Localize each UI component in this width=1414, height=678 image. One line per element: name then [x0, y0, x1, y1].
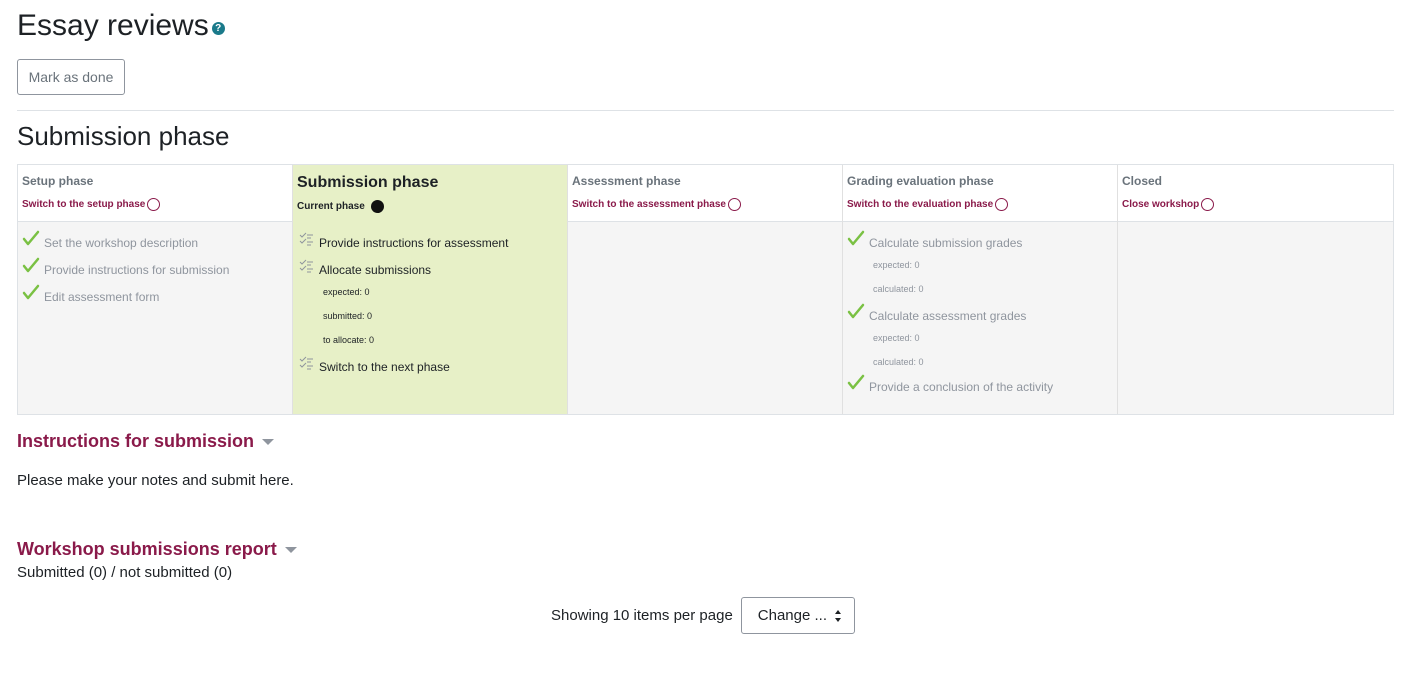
task-label: Provide instructions for submission: [44, 263, 230, 277]
paging-label: Showing 10 items per page: [551, 607, 733, 624]
task-detail: expected: 0: [873, 333, 920, 343]
help-icon[interactable]: ?: [211, 22, 225, 35]
current-phase-heading: Submission phase: [17, 121, 230, 151]
per-page-select[interactable]: Change ...: [740, 597, 855, 634]
task-item: Provide a conclusion of the activity: [843, 374, 1117, 395]
task-item: Switch to the next phase: [293, 354, 567, 375]
circle-outline-icon[interactable]: [727, 198, 741, 211]
switch-to-setup-link[interactable]: Switch to the setup phase: [22, 198, 288, 211]
checkmark-icon: [22, 257, 40, 273]
phase-title: Closed: [1122, 174, 1163, 188]
task-label: Calculate assessment grades: [869, 309, 1027, 323]
task-item: Set the workshop description: [18, 230, 292, 251]
phase-title: Setup phase: [22, 174, 94, 188]
todo-list-icon: [299, 356, 313, 370]
checkmark-icon: [847, 230, 865, 246]
todo-list-icon: [299, 259, 313, 273]
task-label: Set the workshop description: [44, 236, 199, 250]
phase-submission: Submission phase Current phase Provide i…: [293, 165, 568, 414]
switch-to-assessment-link[interactable]: Switch to the assessment phase: [572, 198, 838, 211]
sort-arrows-icon[interactable]: [834, 609, 842, 623]
caret-down-icon[interactable]: [284, 547, 297, 553]
phase-title: Assessment phase: [572, 174, 681, 188]
phase-evaluation: Grading evaluation phase Switch to the e…: [843, 165, 1118, 414]
task-item: Provide instructions for assessment: [293, 230, 567, 251]
current-phase-indicator: Current phase: [297, 200, 563, 213]
task-detail: expected: 0: [873, 260, 920, 270]
task-detail: calculated: 0: [873, 357, 924, 367]
task-item: Allocate submissions: [293, 257, 567, 278]
submission-summary: Submitted (0) / not submitted (0): [17, 564, 233, 581]
instructions-text: Please make your notes and submit here.: [17, 472, 294, 489]
filled-circle-icon: [370, 200, 384, 213]
circle-outline-icon[interactable]: [147, 198, 161, 211]
task-label: Calculate submission grades: [869, 236, 1023, 250]
task-detail: calculated: 0: [873, 284, 924, 294]
close-workshop-link[interactable]: Close workshop: [1122, 198, 1389, 211]
mark-as-done-button[interactable]: Mark as done: [17, 59, 125, 95]
task-item: Calculate submission grades: [843, 230, 1117, 251]
phase-title: Grading evaluation phase: [847, 174, 994, 188]
task-label: Allocate submissions: [319, 263, 432, 277]
circle-outline-icon[interactable]: [995, 198, 1009, 211]
phase-setup: Setup phase Switch to the setup phase Se…: [18, 165, 293, 414]
switch-to-evaluation-link[interactable]: Switch to the evaluation phase: [847, 198, 1113, 211]
phase-closed: Closed Close workshop: [1118, 165, 1393, 414]
task-label: Switch to the next phase: [319, 360, 450, 374]
checkmark-icon: [22, 230, 40, 246]
checkmark-icon: [22, 284, 40, 300]
task-item: Provide instructions for submission: [18, 257, 292, 278]
user-plan-phases: Setup phase Switch to the setup phase Se…: [17, 164, 1394, 415]
phase-title: Submission phase: [297, 174, 439, 191]
circle-outline-icon[interactable]: [1201, 198, 1215, 211]
task-detail: to allocate: 0: [323, 335, 375, 345]
instructions-heading[interactable]: Instructions for submission: [17, 430, 275, 452]
task-item: Calculate assessment grades: [843, 303, 1117, 324]
divider: [17, 110, 1394, 111]
report-heading[interactable]: Workshop submissions report: [17, 538, 297, 560]
task-label: Provide instructions for assessment: [319, 236, 509, 250]
checkmark-icon: [847, 303, 865, 319]
title-row: Essay reviews ?: [17, 8, 225, 44]
todo-list-icon: [299, 232, 313, 246]
task-label: Provide a conclusion of the activity: [869, 380, 1054, 394]
task-label: Edit assessment form: [44, 290, 160, 304]
checkmark-icon: [847, 374, 865, 390]
task-detail: expected: 0: [323, 287, 370, 297]
task-item: Edit assessment form: [18, 284, 292, 305]
page-title: Essay reviews: [17, 9, 209, 42]
phase-assessment: Assessment phase Switch to the assessmen…: [568, 165, 843, 414]
task-detail: submitted: 0: [323, 311, 373, 321]
paging-control: Showing 10 items per page Change ...: [551, 597, 855, 634]
caret-down-icon[interactable]: [262, 439, 275, 445]
